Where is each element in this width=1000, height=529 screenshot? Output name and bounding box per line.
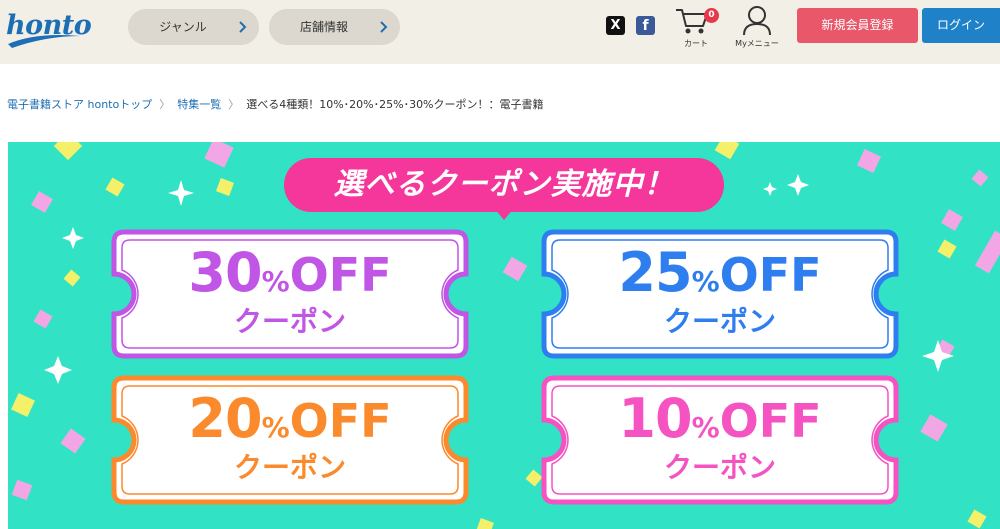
coupon-number: 20 [188, 387, 262, 450]
coupon-25-percent[interactable]: 25%OFF クーポン [540, 228, 900, 360]
cart-icon [676, 9, 708, 34]
x-share-icon[interactable]: X [606, 16, 625, 35]
percent-sign: % [261, 265, 290, 298]
honto-logo[interactable]: honto [6, 10, 92, 50]
percent-sign: % [691, 411, 720, 444]
site-header: honto ジャンル 店舗情報 X f 0 カート Myメニュー 新規会員登録 … [0, 0, 1000, 64]
off-label: OFF [719, 248, 822, 302]
headline: 選べるクーポン実施中！ [333, 167, 675, 202]
coupon-10-percent[interactable]: 10%OFF クーポン [540, 374, 900, 506]
genre-menu-button[interactable]: ジャンル [128, 9, 259, 45]
chevron-right-icon [380, 21, 388, 33]
shop-info-label: 店舗情報 [299, 20, 348, 34]
genre-label: ジャンル [159, 20, 207, 34]
breadcrumb-separator: 〉 [228, 98, 240, 111]
coupon-rate: 10%OFF [540, 392, 900, 446]
coupon-30-percent[interactable]: 30%OFF クーポン [110, 228, 470, 360]
breadcrumb-current: 選べる4種類！10%･20%･25%･30%クーポン！：電子書籍 [246, 98, 544, 111]
register-button[interactable]: 新規会員登録 [797, 8, 918, 43]
shop-info-menu-button[interactable]: 店舗情報 [269, 9, 400, 45]
cart-count-badge: 0 [704, 8, 719, 23]
coupon-rate: 25%OFF [540, 246, 900, 300]
cart-label: カート [684, 39, 708, 48]
coupon-label: クーポン [233, 451, 346, 484]
coupon-number: 30 [188, 241, 262, 304]
coupon-rate: 20%OFF [110, 392, 470, 446]
coupon-number: 10 [618, 387, 692, 450]
coupon-label: クーポン [663, 305, 776, 338]
percent-sign: % [261, 411, 290, 444]
coupon-rate: 30%OFF [110, 246, 470, 300]
off-label: OFF [289, 394, 392, 448]
logo-swoosh-icon [8, 35, 80, 48]
breadcrumb-link-features[interactable]: 特集一覧 [177, 98, 221, 111]
percent-sign: % [691, 265, 720, 298]
login-button[interactable]: ログイン [922, 8, 1000, 43]
my-menu-button[interactable]: Myメニュー [733, 5, 781, 49]
breadcrumb: 電子書籍ストア hontoトップ〉特集一覧〉選べる4種類！10%･20%･25%… [7, 96, 544, 112]
coupon-label: クーポン [233, 305, 346, 338]
cart-button[interactable]: 0 カート [675, 6, 719, 50]
off-label: OFF [719, 394, 822, 448]
coupon-banner[interactable]: 選べるクーポン実施中！ 30%OFF クーポン 25%OFF クーポン 20%O… [8, 142, 1000, 529]
off-label: OFF [289, 248, 392, 302]
coupon-label: クーポン [663, 451, 776, 484]
coupon-number: 25 [618, 241, 692, 304]
breadcrumb-link-top[interactable]: 電子書籍ストア hontoトップ [7, 98, 152, 111]
breadcrumb-separator: 〉 [159, 98, 171, 111]
my-menu-label: Myメニュー [735, 39, 779, 48]
user-icon [743, 6, 771, 36]
facebook-share-icon[interactable]: f [636, 16, 655, 35]
chevron-right-icon [239, 21, 247, 33]
coupon-20-percent[interactable]: 20%OFF クーポン [110, 374, 470, 506]
